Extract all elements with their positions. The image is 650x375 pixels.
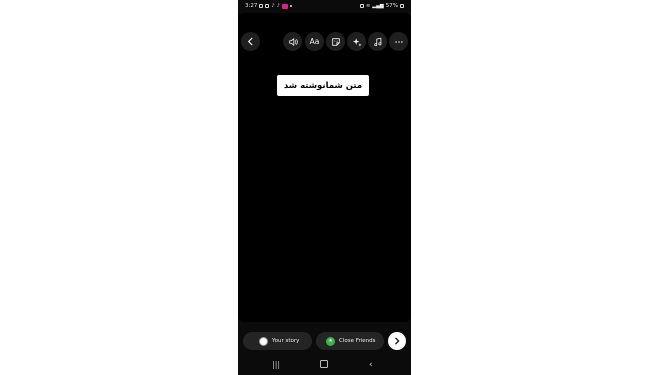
more-notifications-icon xyxy=(289,5,292,7)
signal-icon: ▂▄▆ xyxy=(372,3,384,9)
notification-icon xyxy=(259,4,264,8)
text-tool-label: Aa xyxy=(309,37,320,46)
phone-screen: 3:27 ♪ ♪ ≋ ▂▄▆ 57% Aa متن شمانوشته شد Yo… xyxy=(238,0,411,375)
system-nav-bar: ||| ‹ xyxy=(238,356,411,375)
chevron-left-icon xyxy=(247,37,253,46)
speaker-icon xyxy=(288,37,298,46)
sticker-icon xyxy=(331,37,340,46)
clock: 3:27 xyxy=(245,3,258,9)
chevron-right-icon xyxy=(395,337,400,345)
nav-back-icon[interactable]: ‹ xyxy=(369,360,373,370)
your-story-button[interactable]: Your story xyxy=(243,332,312,350)
home-icon[interactable] xyxy=(320,360,328,370)
back-button[interactable] xyxy=(241,32,260,51)
music-note-icon xyxy=(373,37,381,46)
avatar xyxy=(259,336,268,346)
recents-icon[interactable]: ||| xyxy=(272,360,280,369)
effects-button[interactable] xyxy=(347,32,366,51)
music-button[interactable] xyxy=(368,32,387,51)
more-horizontal-icon xyxy=(394,40,403,43)
status-bar: 3:27 ♪ ♪ ≋ ▂▄▆ 57% xyxy=(238,0,411,13)
app-badge-icon xyxy=(281,3,288,9)
your-story-label: Your story xyxy=(272,338,300,344)
story-canvas[interactable]: Aa متن شمانوشته شد xyxy=(238,13,411,322)
sticker-button[interactable] xyxy=(326,32,345,51)
sparkles-icon xyxy=(352,37,362,47)
battery-icon xyxy=(400,4,404,8)
sound-button[interactable] xyxy=(283,32,302,51)
close-friends-label: Close Friends xyxy=(339,338,376,344)
close-friends-star-icon: ★ xyxy=(326,336,335,346)
tiktok-icon: ♪ xyxy=(276,3,280,9)
battery-text: 57% xyxy=(385,3,398,9)
caption-text: متن شمانوشته شد xyxy=(283,80,363,91)
close-friends-button[interactable]: ★ Close Friends xyxy=(316,332,384,350)
alarm-icon xyxy=(360,4,365,8)
text-tool-button[interactable]: Aa xyxy=(305,32,324,51)
tiktok-icon: ♪ xyxy=(271,3,275,9)
wifi-icon: ≋ xyxy=(366,3,371,9)
instagram-icon xyxy=(265,4,270,8)
more-button[interactable] xyxy=(389,32,408,51)
next-button[interactable] xyxy=(388,332,406,350)
story-text-caption[interactable]: متن شمانوشته شد xyxy=(277,75,369,96)
